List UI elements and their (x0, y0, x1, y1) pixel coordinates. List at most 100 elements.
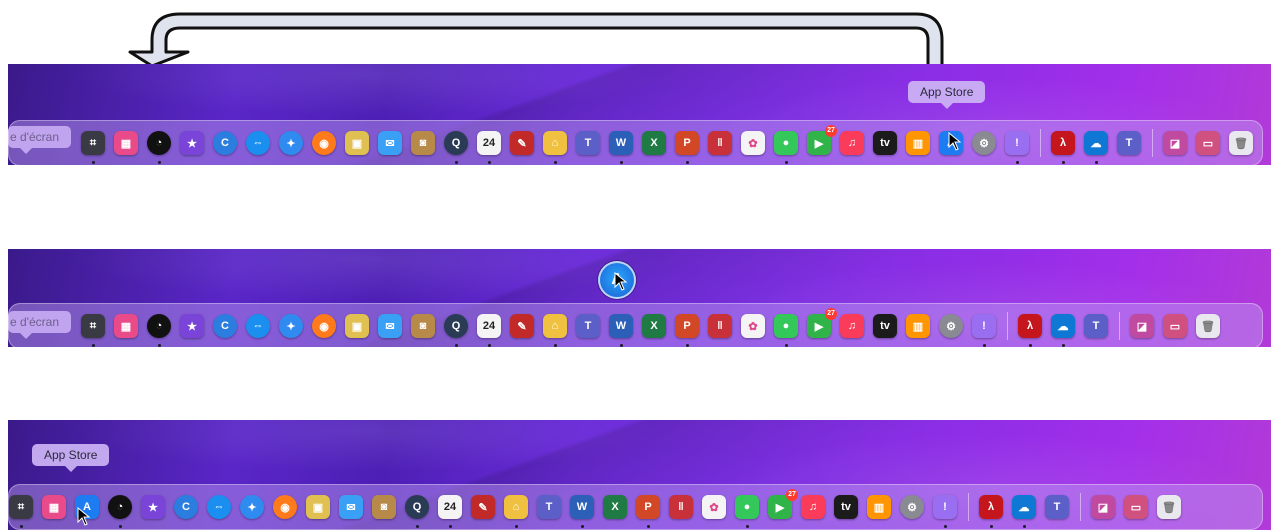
contacts-icon[interactable]: ◙ (372, 495, 396, 519)
teams-icon-2[interactable]: T (1084, 314, 1108, 338)
documents-stack-icon[interactable]: ▭ (1163, 314, 1187, 338)
firefox-icon[interactable]: ◉ (312, 131, 336, 155)
safari-icon[interactable]: ✦ (279, 314, 303, 338)
word-icon[interactable]: W (609, 314, 633, 347)
screenshot-icon[interactable]: ⌗ (9, 495, 33, 528)
feedback-icon[interactable]: ! (972, 314, 996, 347)
quicktime-icon[interactable]: Q (444, 314, 468, 347)
launchpad-icon[interactable]: ▦ (114, 131, 138, 155)
trash-icon[interactable]: 🗑 (1196, 314, 1220, 338)
teamviewer-icon[interactable]: ⇔ (246, 314, 270, 338)
books-icon[interactable]: ▥ (867, 495, 891, 519)
trash-icon[interactable]: 🗑 (1229, 131, 1253, 155)
mail-icon[interactable]: ✉ (339, 495, 363, 519)
safari-icon[interactable]: ✦ (279, 131, 303, 155)
powerpoint-icon[interactable]: P (675, 131, 699, 164)
firefox-icon[interactable]: ◉ (273, 495, 297, 519)
documents-stack-icon[interactable]: ▭ (1124, 495, 1148, 519)
teamviewer-icon[interactable]: ⇔ (246, 131, 270, 155)
launchpad-icon[interactable]: ▦ (114, 314, 138, 338)
system-preferences-icon[interactable]: ⚙ (900, 495, 924, 519)
parallels-icon[interactable]: ‖ (669, 495, 693, 519)
teams-icon-2[interactable]: T (1045, 495, 1069, 519)
excel-icon[interactable]: X (603, 495, 627, 519)
onedrive-icon[interactable]: ☁ (1051, 314, 1075, 347)
home-app-icon[interactable]: ⌂ (504, 495, 528, 528)
mail-icon[interactable]: ✉ (378, 314, 402, 338)
preview-icon[interactable]: ▣ (306, 495, 330, 519)
parallels-icon[interactable]: ‖ (708, 314, 732, 338)
apple-tv-icon[interactable]: tv (873, 131, 897, 155)
ccleaner-icon[interactable]: C (174, 495, 198, 519)
downloads-stack-icon[interactable]: ◪ (1091, 495, 1115, 519)
drawing-app-icon[interactable]: ✎ (510, 314, 534, 338)
trash-icon[interactable]: 🗑 (1157, 495, 1181, 519)
speedtest-icon[interactable]: ◔ (147, 314, 171, 347)
messages-icon[interactable]: ● (735, 495, 759, 528)
teams-icon-1[interactable]: T (576, 314, 600, 338)
photos-icon[interactable]: ✿ (741, 131, 765, 155)
apple-tv-icon[interactable]: tv (834, 495, 858, 519)
contacts-icon[interactable]: ◙ (411, 314, 435, 338)
facetime-icon[interactable]: ▶ 27 (807, 125, 837, 155)
downloads-stack-icon[interactable]: ◪ (1163, 131, 1187, 155)
home-app-icon[interactable]: ⌂ (543, 131, 567, 164)
ccleaner-icon[interactable]: C (213, 314, 237, 338)
drawing-app-icon[interactable]: ✎ (510, 131, 534, 155)
photos-icon[interactable]: ✿ (702, 495, 726, 519)
downloads-stack-icon[interactable]: ◪ (1130, 314, 1154, 338)
screenshot-icon[interactable]: ⌗ (81, 314, 105, 347)
teams-icon-1[interactable]: T (537, 495, 561, 519)
safari-icon[interactable]: ✦ (240, 495, 264, 519)
acrobat-icon[interactable]: λ (1051, 131, 1075, 164)
acrobat-icon[interactable]: λ (1018, 314, 1042, 347)
excel-icon[interactable]: X (642, 131, 666, 155)
calendar-icon[interactable]: 24 (477, 314, 501, 347)
system-preferences-icon[interactable]: ⚙ (972, 131, 996, 155)
books-icon[interactable]: ▥ (906, 314, 930, 338)
messages-icon[interactable]: ● (774, 131, 798, 164)
acrobat-icon[interactable]: λ (979, 495, 1003, 528)
feedback-icon[interactable]: ! (933, 495, 957, 528)
contacts-icon[interactable]: ◙ (411, 131, 435, 155)
books-icon[interactable]: ▥ (906, 131, 930, 155)
system-preferences-icon[interactable]: ⚙ (939, 314, 963, 338)
firefox-icon[interactable]: ◉ (312, 314, 336, 338)
teams-icon-2[interactable]: T (1117, 131, 1141, 155)
imovie-icon[interactable]: ★ (180, 131, 204, 155)
launchpad-icon[interactable]: ▦ (42, 495, 66, 519)
apple-tv-icon[interactable]: tv (873, 314, 897, 338)
ccleaner-icon[interactable]: C (213, 131, 237, 155)
documents-stack-icon[interactable]: ▭ (1196, 131, 1220, 155)
calendar-icon[interactable]: 24 (438, 495, 462, 528)
word-icon[interactable]: W (570, 495, 594, 528)
music-icon[interactable]: ♫ (840, 131, 864, 155)
speedtest-icon[interactable]: ◔ (108, 495, 132, 528)
drawing-app-icon[interactable]: ✎ (471, 495, 495, 519)
facetime-icon[interactable]: ▶ 27 (768, 489, 798, 519)
photos-icon[interactable]: ✿ (741, 314, 765, 338)
music-icon[interactable]: ♫ (840, 314, 864, 338)
onedrive-icon[interactable]: ☁ (1012, 495, 1036, 528)
preview-icon[interactable]: ▣ (345, 131, 369, 155)
messages-icon[interactable]: ● (774, 314, 798, 347)
calendar-icon[interactable]: 24 (477, 131, 501, 164)
mail-icon[interactable]: ✉ (378, 131, 402, 155)
quicktime-icon[interactable]: Q (405, 495, 429, 528)
feedback-icon[interactable]: ! (1005, 131, 1029, 164)
home-app-icon[interactable]: ⌂ (543, 314, 567, 347)
excel-icon[interactable]: X (642, 314, 666, 338)
powerpoint-icon[interactable]: P (675, 314, 699, 347)
parallels-icon[interactable]: ‖ (708, 131, 732, 155)
onedrive-icon[interactable]: ☁ (1084, 131, 1108, 164)
imovie-icon[interactable]: ★ (180, 314, 204, 338)
imovie-icon[interactable]: ★ (141, 495, 165, 519)
powerpoint-icon[interactable]: P (636, 495, 660, 528)
quicktime-icon[interactable]: Q (444, 131, 468, 164)
teamviewer-icon[interactable]: ⇔ (207, 495, 231, 519)
speedtest-icon[interactable]: ◔ (147, 131, 171, 164)
word-icon[interactable]: W (609, 131, 633, 164)
music-icon[interactable]: ♫ (801, 495, 825, 519)
teams-icon-1[interactable]: T (576, 131, 600, 155)
preview-icon[interactable]: ▣ (345, 314, 369, 338)
